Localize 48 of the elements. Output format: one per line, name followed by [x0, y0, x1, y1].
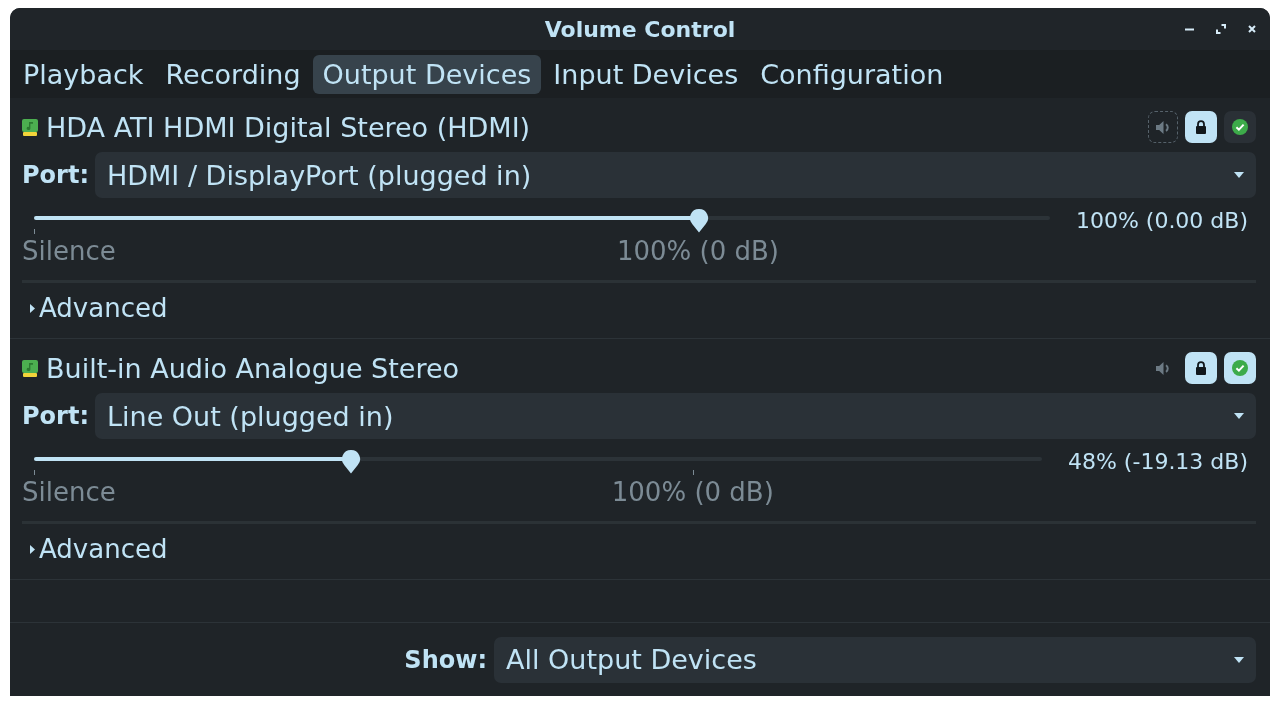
default-device-button[interactable] — [1224, 352, 1256, 384]
tick-mark-icon — [692, 470, 694, 475]
tab[interactable]: Playback — [13, 54, 154, 94]
lock-button[interactable] — [1185, 352, 1217, 384]
default-device-button[interactable] — [1224, 111, 1256, 143]
tab[interactable]: Recording — [155, 54, 311, 94]
port-dropdown[interactable]: HDMI / DisplayPort (plugged in) — [95, 152, 1256, 198]
volume-reading: 48% (-19.13 dB) — [1067, 448, 1248, 474]
device-name: Built-in Audio Analogue Stereo — [46, 352, 461, 384]
scale-label: 100% (0 dB) — [611, 476, 774, 509]
port-label: Port: — [22, 402, 89, 430]
tick-mark-icon — [34, 229, 35, 234]
audio-card-icon — [22, 118, 38, 136]
mute-button[interactable] — [1148, 111, 1178, 143]
caret-icon — [1234, 656, 1244, 663]
check-circle-icon — [1232, 119, 1248, 135]
check-circle-icon — [1232, 360, 1248, 376]
scale-label: 100% (0 dB) — [616, 235, 779, 268]
close-icon[interactable] — [1248, 25, 1256, 33]
slider-thumb[interactable] — [340, 449, 361, 474]
port-dropdown[interactable]: Line Out (plugged in) — [95, 393, 1256, 439]
slider-thumb[interactable] — [689, 208, 710, 233]
show-label: Show: — [404, 645, 487, 674]
show-dropdown[interactable]: All Output Devices — [494, 636, 1256, 683]
advanced-expander[interactable]: Advanced — [22, 532, 168, 566]
caret-icon — [1234, 413, 1244, 419]
tab[interactable]: Output Devices — [312, 54, 542, 94]
volume-reading: 100% (0.00 dB) — [1075, 207, 1248, 233]
maximize-icon[interactable] — [1216, 24, 1226, 34]
scale-label: Silence — [22, 235, 116, 268]
scale-label: Silence — [22, 476, 116, 509]
device-name: HDA ATI HDMI Digital Stereo (HDMI) — [46, 111, 532, 143]
lock-icon — [1195, 361, 1207, 375]
advanced-expander[interactable]: Advanced — [22, 291, 168, 325]
window-title: Volume Control — [544, 16, 736, 42]
tab[interactable]: Input Devices — [543, 54, 749, 94]
speaker-icon — [1155, 119, 1171, 135]
minimize-icon[interactable] — [1185, 27, 1194, 31]
audio-card-icon — [22, 359, 38, 377]
expander-arrow-icon — [30, 303, 35, 313]
caret-icon — [1234, 172, 1244, 178]
lock-button[interactable] — [1185, 111, 1217, 143]
port-label: Port: — [22, 161, 89, 189]
tab[interactable]: Configuration — [750, 54, 954, 94]
lock-icon — [1195, 120, 1207, 134]
speaker-icon — [1155, 360, 1171, 376]
expander-arrow-icon — [30, 544, 35, 554]
tick-mark-icon — [34, 470, 35, 475]
